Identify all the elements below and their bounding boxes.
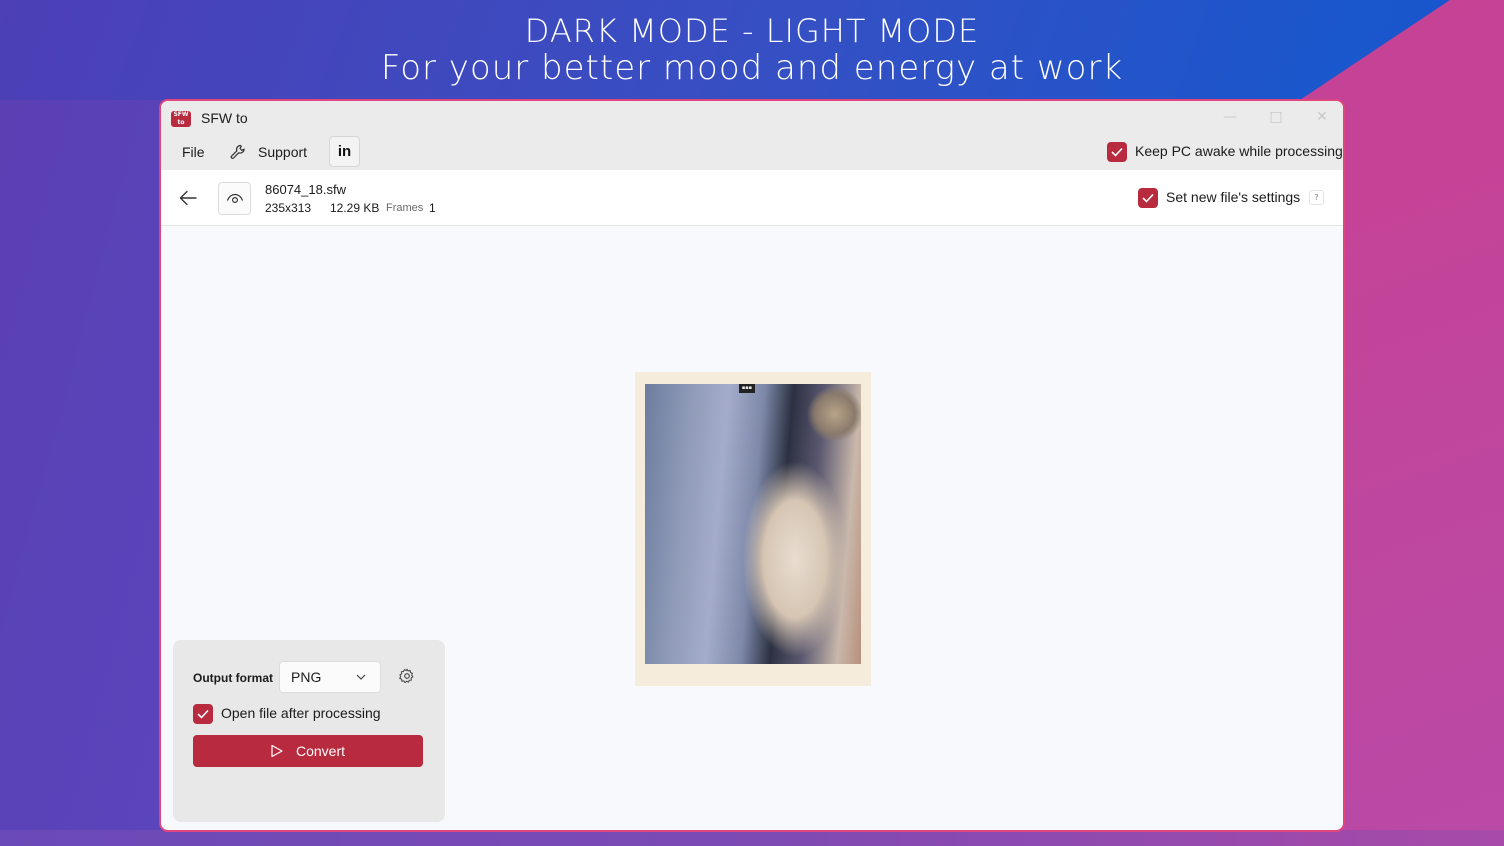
convert-button[interactable]: Convert xyxy=(193,735,423,767)
menu-support[interactable]: Support xyxy=(229,137,313,167)
help-badge[interactable]: ? xyxy=(1309,190,1324,205)
menu-support-label: Support xyxy=(258,144,308,160)
output-format-select[interactable]: PNG xyxy=(279,661,381,693)
promo-subheadline: For your better mood and energy at work xyxy=(380,48,1124,88)
checkmark-icon xyxy=(1111,147,1123,157)
promo-headline: DARK MODE - LIGHT MODE xyxy=(524,12,980,50)
eye-icon xyxy=(226,193,244,204)
file-info-bar: 86074_18.sfw 235x313 12.29 KB Frames 1 S… xyxy=(161,170,1343,226)
menu-file[interactable]: File xyxy=(182,137,205,167)
linkedin-icon: in xyxy=(337,143,352,160)
new-settings-label: Set new file's settings xyxy=(1166,189,1301,205)
output-format-label: Output format xyxy=(193,671,273,685)
close-button[interactable]: ✕ xyxy=(1299,105,1343,129)
output-format-value: PNG xyxy=(291,669,322,685)
play-icon xyxy=(271,744,283,758)
chevron-down-icon xyxy=(356,674,366,680)
preview-image xyxy=(645,384,861,664)
minimize-button[interactable]: — xyxy=(1207,105,1253,129)
frames-value: 1 xyxy=(429,201,436,215)
linkedin-button[interactable]: in xyxy=(329,136,360,167)
open-after-checkbox[interactable] xyxy=(193,704,213,724)
keep-awake-label: Keep PC awake while processing xyxy=(1135,143,1343,159)
frames-label: Frames xyxy=(386,202,424,214)
file-name: 86074_18.sfw xyxy=(265,182,346,197)
wrench-icon xyxy=(230,144,245,159)
open-after-label: Open file after processing xyxy=(221,705,381,721)
app-title: SFW to xyxy=(201,110,248,126)
app-logo: SFW to xyxy=(171,111,191,127)
file-dimensions: 235x313 xyxy=(265,201,312,215)
convert-label: Convert xyxy=(296,743,346,759)
maximize-button[interactable]: □ xyxy=(1253,105,1299,129)
gear-icon[interactable] xyxy=(399,668,415,684)
preview-stamp: ▪▪▪ xyxy=(739,384,755,393)
keep-awake-checkbox[interactable] xyxy=(1107,142,1127,162)
new-settings-checkbox[interactable] xyxy=(1138,188,1158,208)
title-bar: SFW to SFW to — □ ✕ File Support in Keep… xyxy=(161,101,1343,170)
convert-panel: Output format PNG Open file after proces… xyxy=(173,640,445,822)
back-arrow-icon[interactable] xyxy=(177,187,199,209)
checkmark-icon xyxy=(1142,193,1154,203)
preview-toggle-button[interactable] xyxy=(218,182,251,215)
checkmark-icon xyxy=(197,709,209,719)
image-preview: ▪▪▪ xyxy=(635,372,871,686)
file-size: 12.29 KB xyxy=(330,201,380,215)
app-window: SFW to SFW to — □ ✕ File Support in Keep… xyxy=(159,99,1345,832)
